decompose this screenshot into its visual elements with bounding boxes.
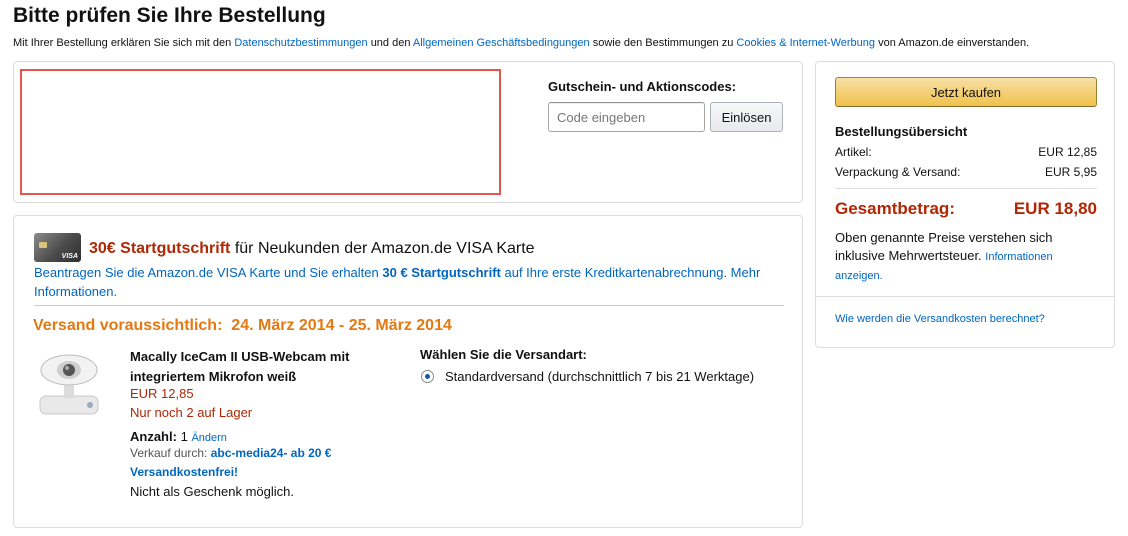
- total-value: EUR 18,80: [1013, 199, 1097, 218]
- shipping-row: Verpackung & Versand: EUR 5,95: [835, 165, 1097, 179]
- order-summary-box: Jetzt kaufen Bestellungsübersicht Artike…: [815, 61, 1115, 348]
- page-title: Bitte prüfen Sie Ihre Bestellung: [13, 4, 326, 27]
- promo-code-label: Gutschein- und Aktionscodes:: [548, 79, 737, 94]
- visa-card-icon: VISA: [34, 233, 81, 262]
- items-label: Artikel:: [835, 145, 872, 159]
- stock-info: Nur noch 2 auf Lager: [130, 405, 253, 420]
- total-label: Gesamtbetrag:: [835, 199, 955, 218]
- shipping-method-label: Wählen Sie die Versandart:: [420, 347, 587, 362]
- standard-shipping-radio[interactable]: [421, 370, 434, 383]
- total-row: Gesamtbetrag: EUR 18,80: [835, 199, 1097, 219]
- shipping-label: Verpackung & Versand:: [835, 165, 961, 179]
- buy-now-button[interactable]: Jetzt kaufen: [835, 77, 1097, 107]
- change-quantity-link[interactable]: Ändern: [191, 432, 226, 444]
- standard-shipping-option[interactable]: Standardversand (durchschnittlich 7 bis …: [445, 369, 754, 384]
- legal-and: und den: [370, 37, 411, 49]
- items-value: EUR 12,85: [1038, 145, 1097, 159]
- promo-code-input[interactable]: [548, 102, 705, 132]
- product-name: Macally IceCam II USB-Webcam mit integri…: [130, 349, 350, 384]
- seller-link[interactable]: abc-media24- ab 20 €: [211, 446, 332, 460]
- shipping-estimate: Versand voraussichtlich: 24. März 2014 -…: [33, 317, 452, 334]
- legal-middle: sowie den Bestimmungen zu: [592, 37, 734, 49]
- quantity-label: Anzahl:: [130, 429, 177, 444]
- terms-link[interactable]: Allgemeinen Geschäftsbedingungen: [413, 37, 590, 49]
- quantity-value: 1: [180, 429, 188, 444]
- section-divider: [34, 305, 784, 306]
- gift-note: Nicht als Geschenk möglich.: [130, 484, 295, 499]
- redeem-button[interactable]: Einlösen: [710, 102, 783, 132]
- tax-note: Oben genannte Preise verstehen sich inkl…: [835, 229, 1097, 285]
- visa-text-bold: 30 € Startgutschrift: [382, 265, 501, 280]
- order-item-box: VISA 30€ Startgutschrift für Neukunden d…: [13, 215, 803, 528]
- items-row: Artikel: EUR 12,85: [835, 145, 1097, 159]
- shipping-value: EUR 5,95: [1044, 165, 1097, 179]
- legal-prefix: Mit Ihrer Bestellung erklären Sie sich m…: [13, 37, 232, 49]
- privacy-link[interactable]: Datenschutzbestimmungen: [234, 37, 367, 49]
- product-price: EUR 12,85: [130, 386, 194, 401]
- visa-highlight: 30€ Startgutschrift: [89, 240, 231, 257]
- address-payment-box: Gutschein- und Aktionscodes: Einlösen: [13, 61, 803, 203]
- visa-headline: 30€ Startgutschrift für Neukunden der Am…: [89, 240, 535, 258]
- visa-promo-link[interactable]: Beantragen Sie die Amazon.de VISA Karte …: [34, 263, 784, 301]
- quantity-row: Anzahl: 1 Ändern: [130, 429, 227, 444]
- visa-text-before: Beantragen Sie die Amazon.de VISA Karte …: [34, 265, 379, 280]
- summary-divider-bottom: [816, 296, 1114, 297]
- legal-notice: Mit Ihrer Bestellung erklären Sie sich m…: [13, 37, 1029, 49]
- legal-suffix: von Amazon.de einverstanden.: [878, 37, 1030, 49]
- summary-divider: [835, 188, 1097, 189]
- webcam-image: [39, 354, 99, 415]
- seller-label: Verkauf durch:: [130, 446, 208, 460]
- shipping-cost-info-link[interactable]: Wie werden die Versandkosten berechnet?: [835, 313, 1045, 325]
- visa-headline-rest: für Neukunden der Amazon.de VISA Karte: [234, 240, 535, 257]
- summary-title: Bestellungsübersicht: [835, 124, 968, 139]
- redacted-address-area: [20, 69, 501, 195]
- cookies-link[interactable]: Cookies & Internet-Werbung: [736, 37, 875, 49]
- free-shipping-link[interactable]: Versandkostenfrei!: [130, 465, 238, 479]
- seller-row: Verkauf durch: abc-media24- ab 20 €: [130, 446, 331, 460]
